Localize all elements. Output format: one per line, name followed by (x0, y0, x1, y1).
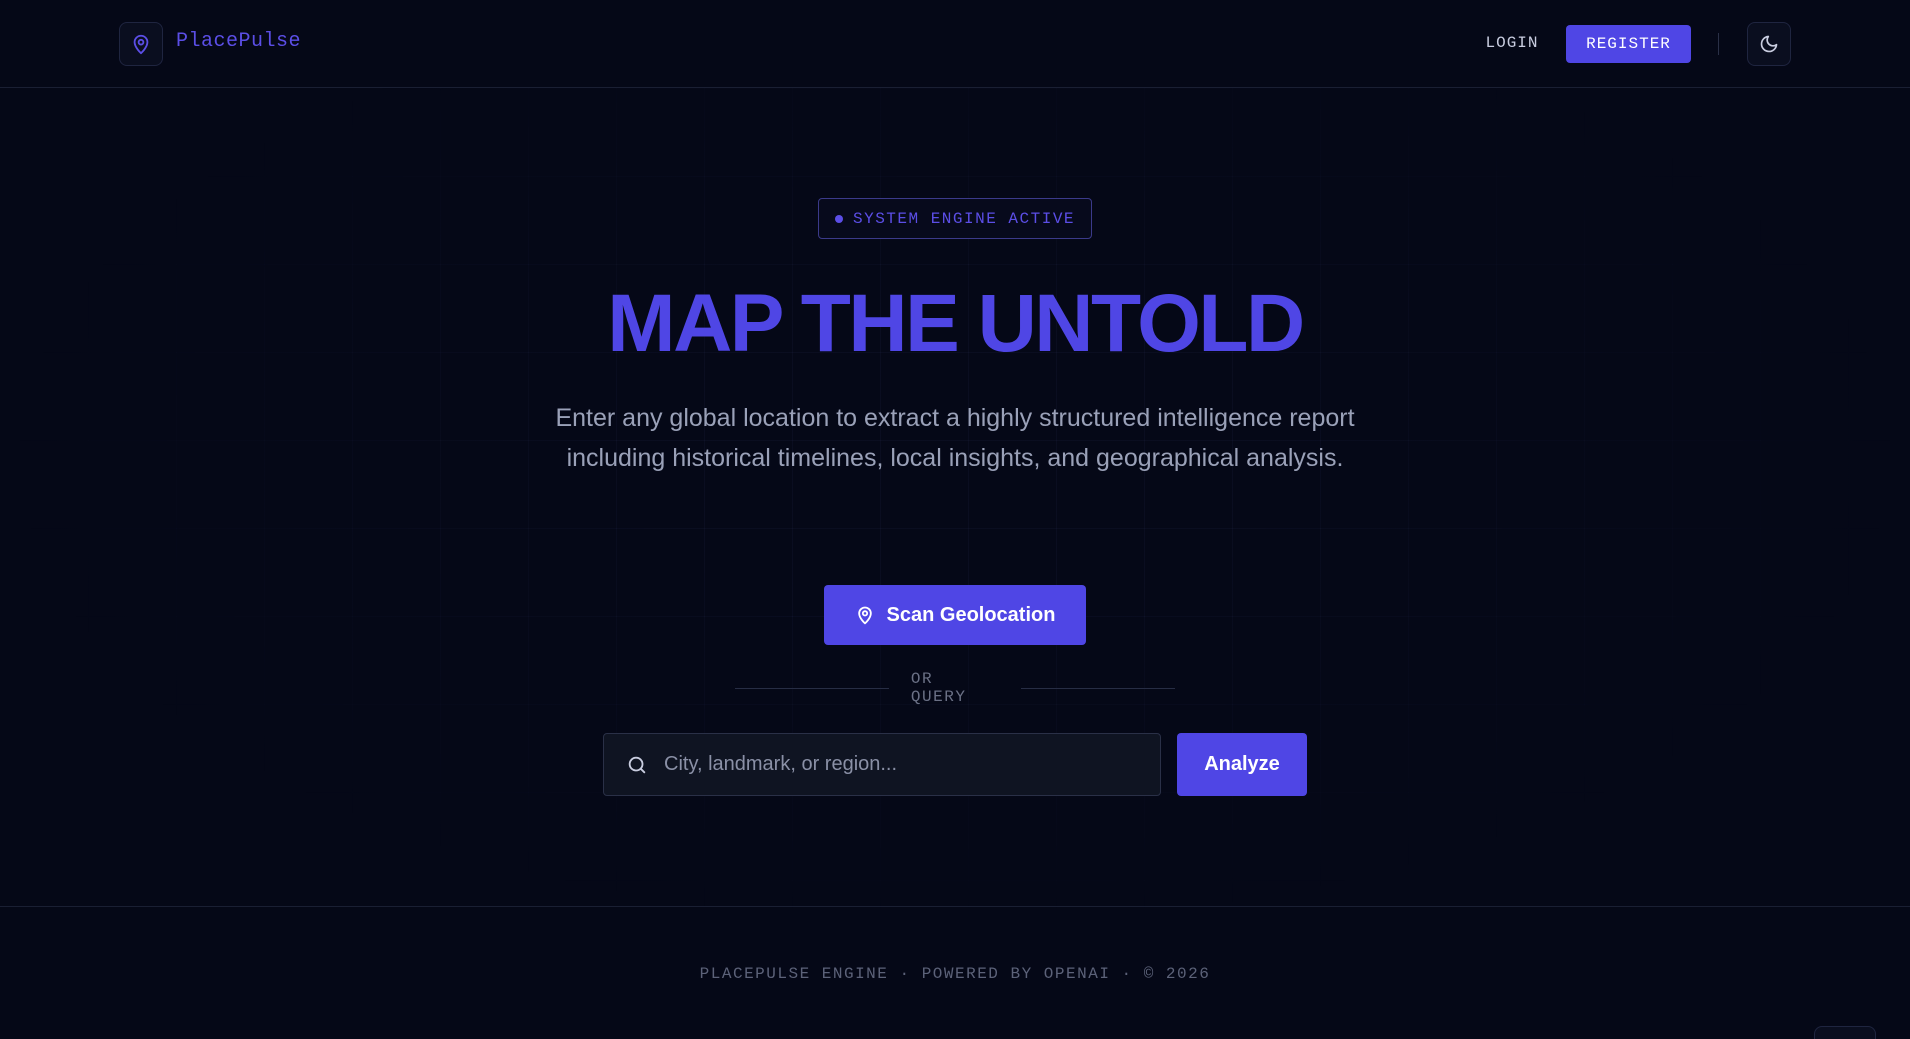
analyze-button[interactable]: Analyze (1177, 733, 1307, 796)
divider-line (735, 687, 889, 689)
top-navbar: PlacePulse LOGIN REGISTER (0, 0, 1910, 88)
footer: PLACEPULSE ENGINE · POWERED BY OPENAI · … (0, 906, 1910, 1039)
location-search-input[interactable] (664, 734, 1160, 795)
moon-icon (1759, 34, 1779, 54)
page: PlacePulse LOGIN REGISTER SYSTEM ENGINE … (0, 0, 1910, 1039)
nav-divider (1718, 33, 1719, 55)
corner-widget[interactable] (1814, 1026, 1876, 1039)
hero-title: MAP THE UNTOLD (607, 278, 1305, 369)
search-box (603, 733, 1161, 796)
divider-line (1021, 687, 1175, 689)
scan-geolocation-label: Scan Geolocation (886, 603, 1056, 626)
brand-logo[interactable] (119, 22, 163, 66)
login-button[interactable]: LOGIN (1470, 24, 1554, 62)
map-pin-icon (855, 605, 875, 625)
footer-text: PLACEPULSE ENGINE · POWERED BY OPENAI · … (699, 965, 1211, 983)
register-button[interactable]: REGISTER (1566, 25, 1691, 63)
or-divider: OR QUERY (735, 670, 1175, 706)
scan-geolocation-button[interactable]: Scan Geolocation (824, 585, 1086, 645)
status-badge-label: SYSTEM ENGINE ACTIVE (852, 209, 1076, 228)
brand-name[interactable]: PlacePulse (176, 30, 301, 53)
or-divider-label: OR QUERY (910, 670, 967, 706)
theme-toggle-button[interactable] (1747, 22, 1791, 66)
status-dot-icon (834, 214, 843, 223)
search-icon (626, 754, 648, 776)
map-pin-icon (130, 33, 152, 55)
status-badge: SYSTEM ENGINE ACTIVE (818, 198, 1092, 239)
hero-subtitle: Enter any global location to extract a h… (555, 404, 1355, 472)
